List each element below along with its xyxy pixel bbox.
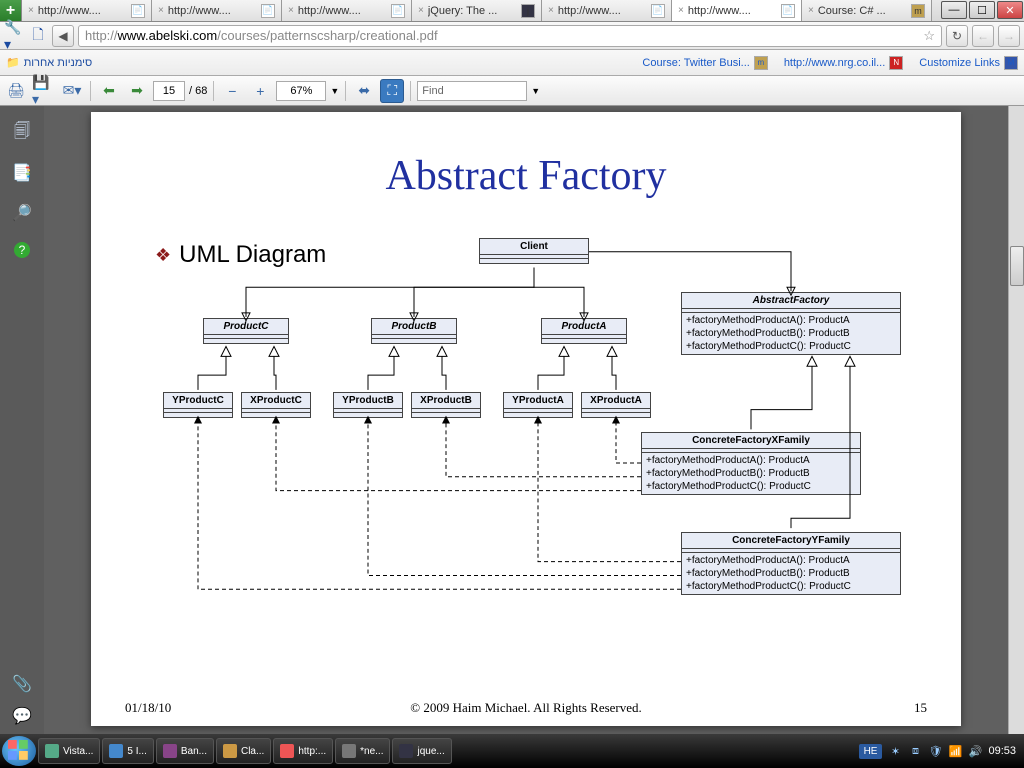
wrench-menu-icon[interactable]: 🔧▾ [4, 26, 24, 46]
tab-3[interactable]: ×jQuery: The ...j [412, 0, 542, 21]
pdf-viewer: 🗐 📑 🔎 ? 📎 💬 Abstract Factory ❖ UML Diagr… [0, 106, 1024, 734]
uml-diagram: Client ProductC ProductB ProductA YProdu… [121, 232, 931, 686]
comments-icon[interactable]: 💬 [12, 706, 32, 726]
tray-icon[interactable]: 🛡 [928, 744, 942, 758]
clock[interactable]: 09:53 [988, 745, 1016, 757]
taskbar-item-6[interactable]: jque... [392, 738, 451, 764]
help-icon[interactable]: ? [14, 242, 30, 258]
search-panel-icon[interactable]: 🔎 [12, 202, 32, 224]
language-indicator[interactable]: HE [859, 744, 883, 759]
pdf-toolbar: 🖨 💾▾ ✉▾ ⬅ ➡ / 68 − + ▼ ⬌ ⛶ ▼ [0, 76, 1024, 106]
bookmark-link-0[interactable]: Course: Twitter Busi...m [642, 56, 767, 70]
back-button[interactable]: ◀ [52, 25, 74, 47]
taskbar-item-0[interactable]: Vista... [38, 738, 100, 764]
browser-tabs-row: + ×http://www....📄 ×http://www....📄 ×htt… [0, 0, 1024, 22]
uml-yproductA: YProductA [503, 392, 573, 418]
attachments-icon[interactable]: 📎 [12, 674, 32, 694]
volume-icon[interactable]: 🔊 [968, 744, 982, 758]
folder-icon: 📁 [6, 56, 20, 69]
close-window-button[interactable]: ✕ [997, 1, 1023, 19]
tab-6[interactable]: ×Course: C# ...m [802, 0, 932, 21]
uml-xproductB: XProductB [411, 392, 481, 418]
history-back-button[interactable]: ← [972, 25, 994, 47]
tray-icon[interactable]: 📶 [948, 744, 962, 758]
tab-4[interactable]: ×http://www....📄 [542, 0, 672, 21]
page-number-input[interactable] [153, 81, 185, 101]
bookmarks-bar: 📁סימניות אחרות Course: Twitter Busi...m … [0, 50, 1024, 76]
tray-icon[interactable]: ✶ [888, 744, 902, 758]
uml-xproductA: XProductA [581, 392, 651, 418]
next-page-button[interactable]: ➡ [125, 79, 149, 103]
zoom-in-button[interactable]: + [248, 79, 272, 103]
url-input[interactable]: http://www.abelski.com/courses/patternsc… [78, 25, 942, 47]
zoom-out-button[interactable]: − [220, 79, 244, 103]
uml-yproductB: YProductB [333, 392, 403, 418]
vertical-scrollbar[interactable] [1008, 106, 1024, 734]
history-forward-button[interactable]: → [998, 25, 1020, 47]
uml-concrete-x: ConcreteFactoryXFamily +factoryMethodPro… [641, 432, 861, 495]
pdf-page: Abstract Factory ❖ UML Diagram Client Pr… [91, 112, 961, 726]
zoom-input[interactable] [276, 81, 326, 101]
tab-2[interactable]: ×http://www....📄 [282, 0, 412, 21]
email-button[interactable]: ✉▾ [60, 79, 84, 103]
page-total-label: / 68 [189, 85, 207, 97]
maximize-button[interactable]: ☐ [969, 1, 995, 19]
bookmark-link-2[interactable]: Customize LinksM [919, 56, 1018, 70]
uml-client: Client [479, 238, 589, 264]
page-menu-icon[interactable]: 🗋 [28, 26, 48, 46]
uml-concrete-y: ConcreteFactoryYFamily +factoryMethodPro… [681, 532, 901, 595]
print-button[interactable]: 🖨 [4, 79, 28, 103]
minimize-button[interactable]: — [941, 1, 967, 19]
uml-productC: ProductC [203, 318, 289, 344]
uml-productA: ProductA [541, 318, 627, 344]
fit-page-button[interactable]: ⛶ [380, 79, 404, 103]
taskbar-item-5[interactable]: *ne... [335, 738, 390, 764]
system-tray: HE ✶ ⧈ 🛡 📶 🔊 09:53 [859, 744, 1022, 759]
scrollbar-thumb[interactable] [1010, 246, 1024, 286]
taskbar-item-3[interactable]: Cla... [216, 738, 271, 764]
tray-icon[interactable]: ⧈ [908, 744, 922, 758]
taskbar-item-1[interactable]: 5 I... [102, 738, 153, 764]
save-button[interactable]: 💾▾ [32, 79, 56, 103]
uml-xproductC: XProductC [241, 392, 311, 418]
pdf-sidebar: 🗐 📑 🔎 ? [0, 106, 44, 734]
tab-0[interactable]: ×http://www....📄 [22, 0, 152, 21]
uml-productB: ProductB [371, 318, 457, 344]
tab-5[interactable]: ×http://www....📄 [672, 0, 802, 21]
bookmarks-folder[interactable]: 📁סימניות אחרות [6, 56, 92, 69]
slide-title: Abstract Factory [91, 152, 961, 200]
prev-page-button[interactable]: ⬅ [97, 79, 121, 103]
find-input[interactable] [417, 81, 527, 101]
start-button[interactable] [2, 736, 36, 766]
bookmark-star-icon[interactable]: ☆ [923, 28, 935, 44]
uml-abstract-factory: AbstractFactory +factoryMethodProductA()… [681, 292, 901, 355]
uml-yproductC: YProductC [163, 392, 233, 418]
bookmark-link-1[interactable]: http://www.nrg.co.il...N [784, 56, 903, 70]
pages-panel-icon[interactable]: 🗐 [12, 122, 32, 144]
footer-copyright: © 2009 Haim Michael. All Rights Reserved… [91, 700, 961, 716]
footer-page-number: 15 [914, 700, 927, 716]
fit-width-button[interactable]: ⬌ [352, 79, 376, 103]
taskbar-item-4[interactable]: http:... [273, 738, 333, 764]
reload-button[interactable]: ↻ [946, 25, 968, 47]
taskbar-item-2[interactable]: Ban... [156, 738, 214, 764]
windows-taskbar: Vista... 5 I... Ban... Cla... http:... *… [0, 734, 1024, 768]
bookmarks-panel-icon[interactable]: 📑 [12, 162, 32, 184]
address-bar-row: 🔧▾ 🗋 ◀ http://www.abelski.com/courses/pa… [0, 22, 1024, 50]
tab-1[interactable]: ×http://www....📄 [152, 0, 282, 21]
